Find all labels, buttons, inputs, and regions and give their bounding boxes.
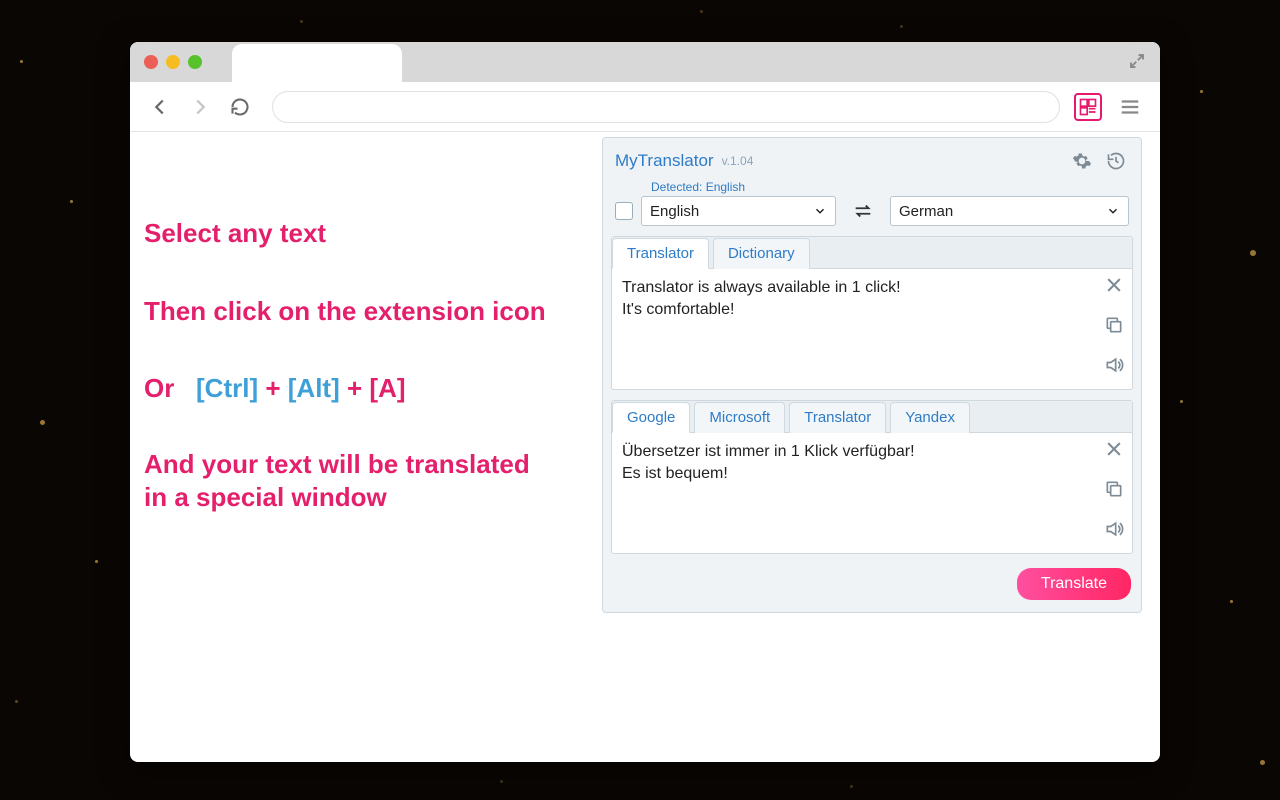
target-language-select[interactable]: German <box>890 196 1129 226</box>
output-text: Übersetzer ist immer in 1 Klick verfügba… <box>612 433 1132 553</box>
tab-translator[interactable]: Translator <box>612 238 709 269</box>
language-row: Detected: English English German <box>603 180 1141 236</box>
maximize-window-button[interactable] <box>188 55 202 69</box>
content-area: Select any text Then click on the extens… <box>130 132 1160 762</box>
or-label: Or <box>144 373 174 403</box>
marketing-copy: Select any text Then click on the extens… <box>130 132 602 762</box>
key-ctrl: [Ctrl] <box>196 373 258 403</box>
reload-button[interactable] <box>222 89 258 125</box>
marketing-line-4: And your text will be translated in a sp… <box>144 448 588 516</box>
input-panel: Translator Dictionary Translator is alwa… <box>611 236 1133 390</box>
gear-icon[interactable] <box>1069 148 1095 174</box>
title-bar <box>130 42 1160 82</box>
speak-icon[interactable] <box>1102 353 1126 377</box>
chevron-down-icon <box>813 204 827 218</box>
key-plus-2: + <box>347 373 362 403</box>
clear-icon[interactable] <box>1102 437 1126 461</box>
translate-row: Translate <box>603 564 1141 612</box>
output-panel: Google Microsoft Translator Yandex Übers… <box>611 400 1133 554</box>
popup-version: v.1.04 <box>722 154 754 168</box>
extension-icon[interactable] <box>1074 93 1102 121</box>
clear-icon[interactable] <box>1102 273 1126 297</box>
traffic-lights <box>144 55 202 69</box>
tab-microsoft[interactable]: Microsoft <box>694 402 785 433</box>
tab-dictionary[interactable]: Dictionary <box>713 238 810 269</box>
detected-label: Detected: English <box>651 180 836 194</box>
browser-toolbar <box>130 82 1160 132</box>
popup-header: MyTranslator v.1.04 <box>603 138 1141 180</box>
source-language-select[interactable]: English <box>641 196 836 226</box>
auto-detect-checkbox[interactable] <box>615 202 633 220</box>
target-language-value: German <box>899 203 953 220</box>
popup-title: MyTranslator <box>615 151 714 171</box>
copy-icon[interactable] <box>1102 313 1126 337</box>
back-button[interactable] <box>142 89 178 125</box>
close-window-button[interactable] <box>144 55 158 69</box>
tab-translator-out[interactable]: Translator <box>789 402 886 433</box>
marketing-shortcut: Or [Ctrl] + [Alt] + [A] <box>144 373 588 404</box>
copy-icon[interactable] <box>1102 477 1126 501</box>
fullscreen-icon[interactable] <box>1128 52 1146 75</box>
input-tools <box>1102 273 1126 377</box>
input-tabs: Translator Dictionary <box>612 237 1132 269</box>
url-bar[interactable] <box>272 91 1060 123</box>
translate-button[interactable]: Translate <box>1017 568 1131 600</box>
history-icon[interactable] <box>1103 148 1129 174</box>
marketing-line-2: Then click on the extension icon <box>144 295 588 329</box>
tab-yandex[interactable]: Yandex <box>890 402 970 433</box>
swap-languages-button[interactable] <box>846 196 880 226</box>
key-alt: [Alt] <box>288 373 340 403</box>
minimize-window-button[interactable] <box>166 55 180 69</box>
marketing-line-1: Select any text <box>144 217 588 251</box>
chevron-down-icon <box>1106 204 1120 218</box>
key-plus-1: + <box>265 373 280 403</box>
tab-google[interactable]: Google <box>612 402 690 433</box>
forward-button[interactable] <box>182 89 218 125</box>
menu-icon[interactable] <box>1112 89 1148 125</box>
speak-icon[interactable] <box>1102 517 1126 541</box>
translator-popup: MyTranslator v.1.04 Detected: English En <box>602 137 1142 613</box>
output-tabs: Google Microsoft Translator Yandex <box>612 401 1132 433</box>
browser-tab[interactable] <box>232 44 402 82</box>
key-a: [A] <box>369 373 405 403</box>
browser-window: Select any text Then click on the extens… <box>130 42 1160 762</box>
input-text[interactable]: Translator is always available in 1 clic… <box>612 269 1132 389</box>
output-tools <box>1102 437 1126 541</box>
source-language-value: English <box>650 203 699 220</box>
